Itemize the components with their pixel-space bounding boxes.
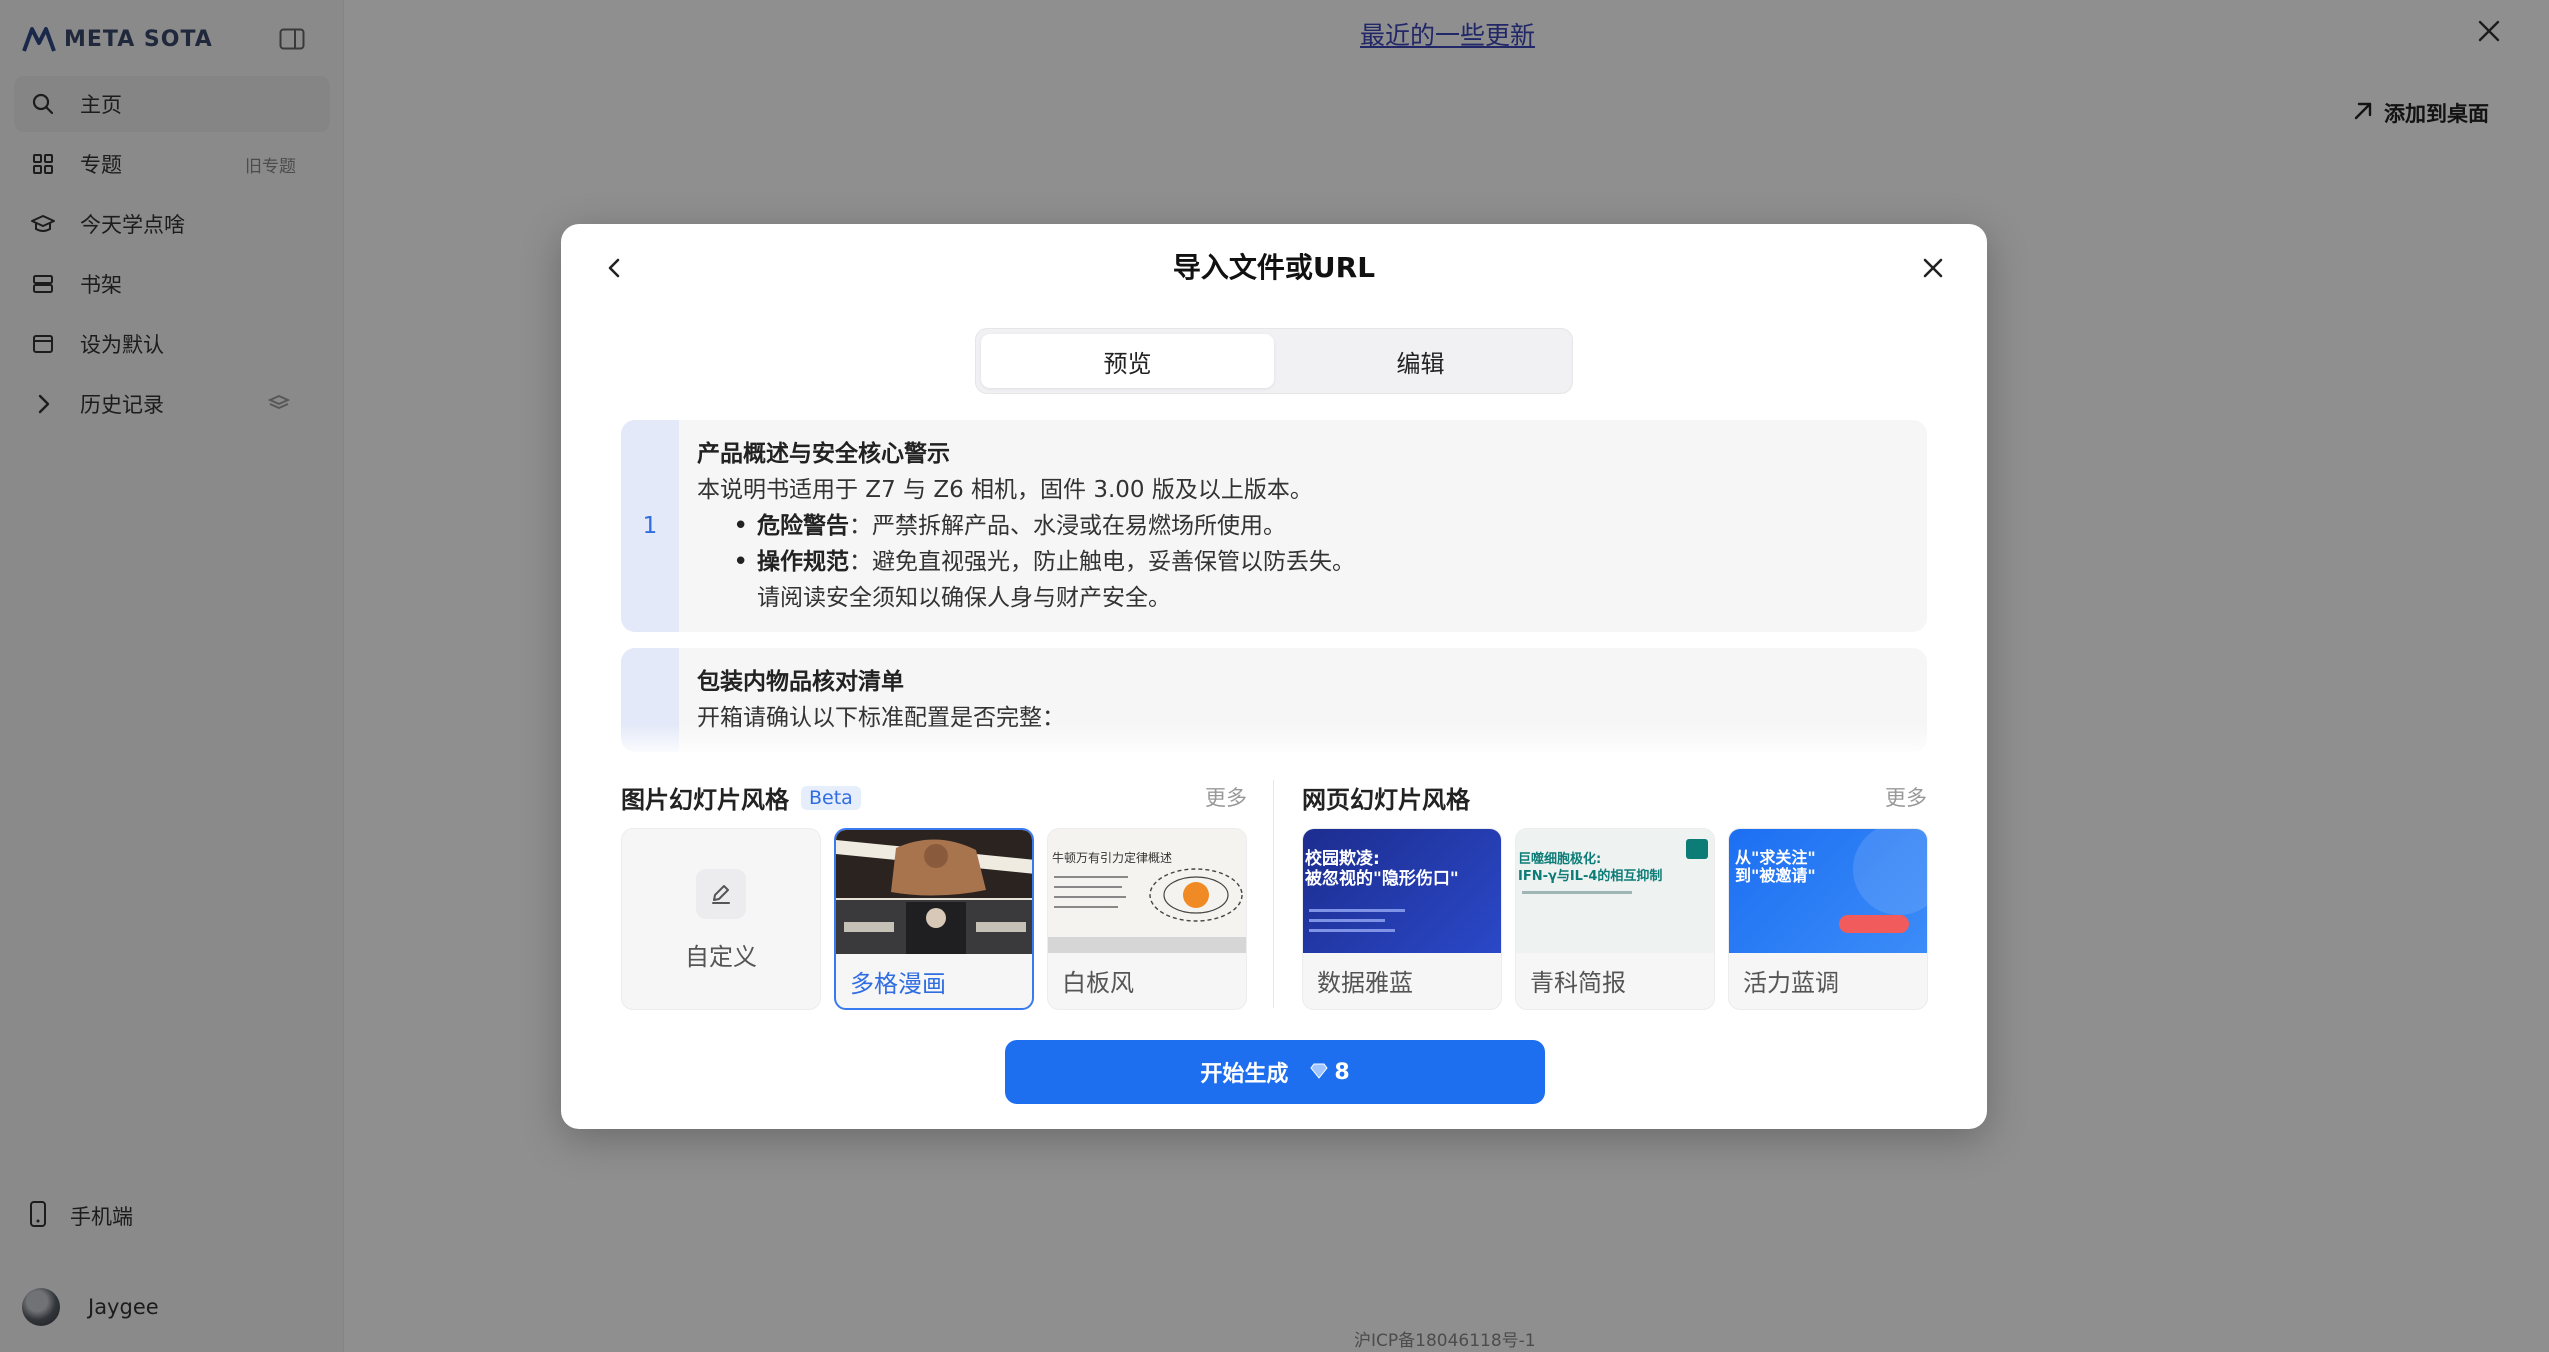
thumbnail-title: 校园欺凌: 被忽视的"隐形伤口" — [1305, 849, 1459, 889]
style-label: 白板风 — [1062, 969, 1134, 997]
comic-thumbnail — [836, 830, 1032, 954]
view-mode-tabs: 预览 编辑 — [975, 328, 1573, 394]
style-card-custom[interactable]: 自定义 — [621, 828, 821, 1010]
tab-preview[interactable]: 预览 — [981, 334, 1274, 388]
thumbnail-lines — [1309, 929, 1395, 932]
generate-label: 开始生成 — [1200, 1062, 1289, 1087]
image-styles-title: 图片幻灯片风格 Beta — [621, 780, 861, 815]
thumbnail-title: 从"求关注" 到"被邀请" — [1735, 848, 1816, 885]
card-title: 包装内物品核对清单 — [697, 669, 904, 695]
section-divider — [1273, 780, 1274, 1008]
web-styles-title: 网页幻灯片风格 — [1302, 780, 1470, 815]
list-item: 操作规范：避免直视强光，防止触电，妥善保管以防丢失。 — [733, 544, 1355, 580]
bullet-bold: 危险警告 — [757, 513, 849, 539]
section-title: 网页幻灯片风格 — [1302, 786, 1470, 814]
edit-icon — [696, 869, 746, 919]
image-styles-more-link[interactable]: 更多 — [1205, 782, 1247, 812]
tab-edit[interactable]: 编辑 — [1274, 334, 1567, 388]
card-title: 产品概述与安全核心警示 — [697, 441, 950, 467]
style-label: 多格漫画 — [850, 970, 946, 998]
custom-style: 自定义 — [622, 869, 820, 972]
data-blue-thumbnail: 校园欺凌: 被忽视的"隐形伤口" — [1303, 829, 1501, 953]
style-label: 青科简报 — [1530, 969, 1626, 997]
preview-fade — [621, 724, 1927, 758]
card-intro: 本说明书适用于 Z7 与 Z6 相机，固件 3.00 版及以上版本。 — [697, 477, 1313, 503]
vibrant-blue-thumbnail: 从"求关注" 到"被邀请" — [1729, 829, 1927, 953]
list-item: 危险警告：严禁拆解产品、水浸或在易燃场所使用。 — [733, 508, 1355, 544]
bullet-bold: 操作规范 — [757, 549, 849, 575]
teal-brief-thumbnail: 巨噬细胞极化: IFN-γ与IL-4的相互抑制 — [1516, 829, 1714, 953]
thumbnail-lines — [1309, 919, 1385, 922]
card-number: 1 — [621, 420, 679, 632]
style-card-teal-brief[interactable]: 巨噬细胞极化: IFN-γ与IL-4的相互抑制 青科简报 — [1515, 828, 1715, 1010]
style-label: 自定义 — [685, 943, 757, 971]
style-card-data-blue[interactable]: 校园欺凌: 被忽视的"隐形伤口" 数据雅蓝 — [1302, 828, 1502, 1010]
close-icon[interactable] — [1915, 250, 1951, 286]
outline-preview[interactable]: 1 产品概述与安全核心警示 本说明书适用于 Z7 与 Z6 相机，固件 3.00… — [621, 420, 1927, 756]
cost: 8 — [1310, 1059, 1350, 1085]
modal-title: 导入文件或URL — [1172, 251, 1376, 284]
bullet-text: ：避免直视强光，防止触电，妥善保管以防丢失。 — [849, 549, 1355, 575]
thumbnail-lines — [1522, 891, 1632, 894]
card-note: 请阅读安全须知以确保人身与财产安全。 — [757, 585, 1171, 611]
style-card-whiteboard[interactable]: 牛顿万有引力定律概述 白板风 — [1047, 828, 1247, 1010]
outline-card[interactable]: 1 产品概述与安全核心警示 本说明书适用于 Z7 与 Z6 相机，固件 3.00… — [621, 420, 1927, 632]
web-styles-more-link[interactable]: 更多 — [1885, 782, 1927, 812]
thumbnail-badge — [1686, 839, 1708, 859]
section-title: 图片幻灯片风格 — [621, 786, 789, 814]
card-bullets: 危险警告：严禁拆解产品、水浸或在易燃场所使用。 操作规范：避免直视强光，防止触电… — [697, 508, 1355, 580]
diamond-icon — [1310, 1060, 1328, 1085]
style-card-vibrant-blue[interactable]: 从"求关注" 到"被邀请" 活力蓝调 — [1728, 828, 1928, 1010]
start-generate-button[interactable]: 开始生成 8 — [1005, 1040, 1545, 1104]
style-card-comic[interactable]: 多格漫画 — [834, 828, 1034, 1010]
import-modal: 导入文件或URL 预览 编辑 1 产品概述与安全核心警示 本说明书适用于 Z7 … — [561, 224, 1987, 1129]
beta-badge: Beta — [801, 785, 861, 810]
thumbnail-lines — [1309, 909, 1405, 912]
card-body: 产品概述与安全核心警示 本说明书适用于 Z7 与 Z6 相机，固件 3.00 版… — [679, 420, 1373, 632]
thumbnail-title: 巨噬细胞极化: IFN-γ与IL-4的相互抑制 — [1518, 852, 1663, 884]
cost-value: 8 — [1334, 1059, 1350, 1085]
style-label: 活力蓝调 — [1743, 969, 1839, 997]
bullet-text: ：严禁拆解产品、水浸或在易燃场所使用。 — [849, 513, 1286, 539]
style-label: 数据雅蓝 — [1317, 969, 1413, 997]
whiteboard-thumbnail: 牛顿万有引力定律概述 — [1048, 829, 1246, 953]
